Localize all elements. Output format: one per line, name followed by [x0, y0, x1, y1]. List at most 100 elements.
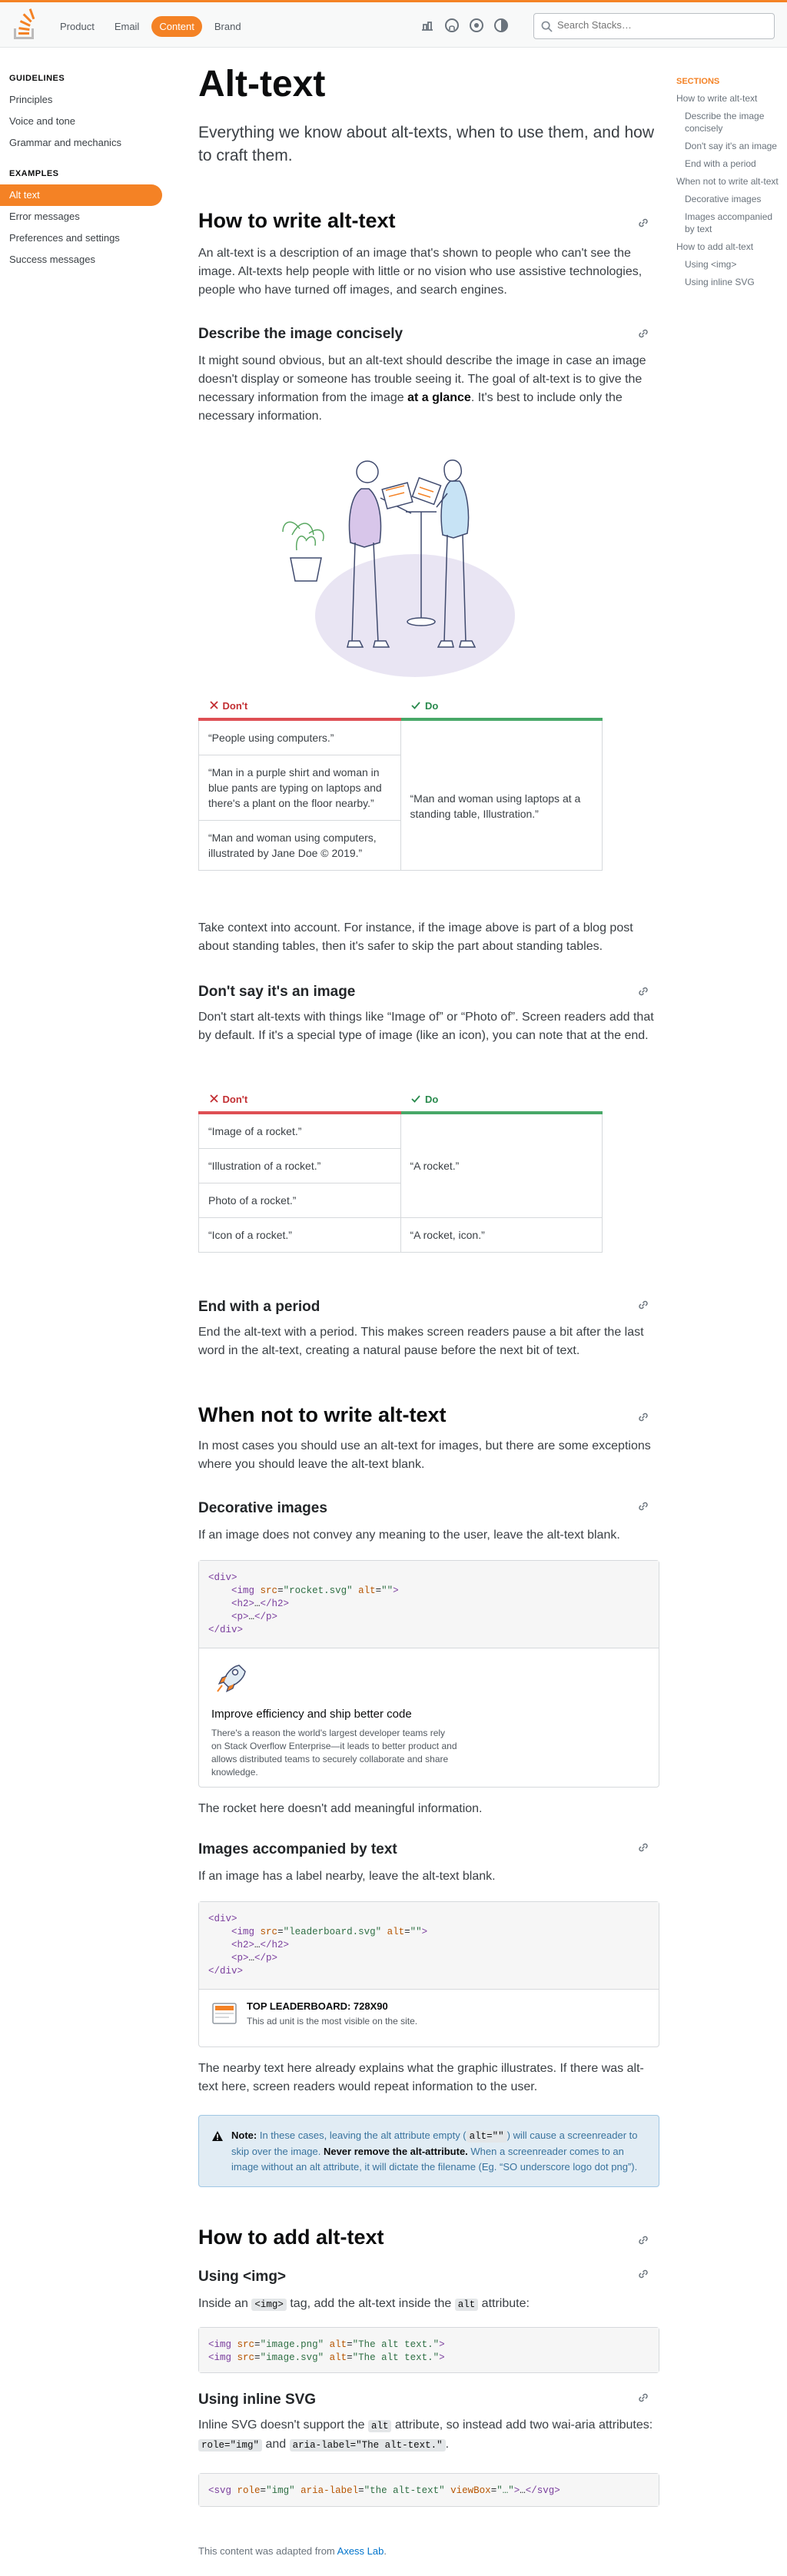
top-nav-item-brand[interactable]: Brand: [207, 16, 249, 37]
stack-overflow-logo[interactable]: [11, 8, 38, 42]
section-inline-svg-title: Using inline SVG: [198, 2392, 317, 2408]
figma-icon[interactable]: [469, 18, 484, 33]
table-row: “Icon of a rocket.” “A rocket, icon.”: [198, 1217, 603, 1253]
example-preview: Improve efficiency and ship better code …: [199, 1648, 659, 1790]
dont-cell: “Icon of a rocket.”: [198, 1217, 401, 1253]
leaderboard-ad-icon: [212, 2003, 237, 2024]
toc-link[interactable]: How to add alt-text: [676, 241, 784, 253]
sections-toc: SECTIONS How to write alt-text Describe t…: [676, 77, 784, 294]
img-code-example: <img src="image.png" alt="The alt text."…: [198, 2327, 659, 2373]
top-icons: [420, 18, 509, 33]
nearby-body: The nearby text here already explains wh…: [198, 2062, 644, 2093]
leaderboard-code-example: <div> <img src="leaderboard.svg" alt="">…: [198, 1901, 659, 2047]
left-nav-item-alt-text[interactable]: Alt text: [0, 184, 162, 206]
anchor-link-icon[interactable]: [636, 2391, 650, 2405]
close-icon: [209, 700, 218, 709]
example-body: This ad unit is the most visible on the …: [247, 2016, 418, 2027]
left-nav-item-principles[interactable]: Principles: [0, 89, 162, 111]
toc-link[interactable]: Decorative images: [676, 193, 784, 205]
table-row: “Image of a rocket.” “A rocket.”: [198, 1112, 603, 1218]
search-icon: [541, 21, 553, 32]
note-callout: Note: In these cases, leaving the alt at…: [198, 2115, 659, 2187]
top-nav-item-email[interactable]: Email: [107, 16, 148, 37]
when-not-body: In most cases you should use an alt-text…: [198, 1439, 651, 1471]
dont-cell: “Image of a rocket.”: [198, 1112, 401, 1149]
github-icon[interactable]: [444, 18, 460, 33]
anchor-link-icon[interactable]: [636, 1298, 650, 1312]
do-header: Do: [400, 1087, 603, 1114]
decorative-body: If an image does not convey any meaning …: [198, 1529, 620, 1542]
toc-link[interactable]: When not to write alt-text: [676, 175, 784, 188]
example-title: Improve efficiency and ship better code: [211, 1708, 412, 1721]
do-dont-table-concise: Don't Do “People using computers.” “Man and…: [198, 693, 603, 871]
dont-cell: “Illustration of a rocket.”: [198, 1148, 401, 1183]
concise-body: It might sound obvious, but an alt-text …: [198, 354, 646, 423]
left-nav-item-grammar-and-mechanics[interactable]: Grammar and mechanics: [0, 132, 162, 154]
toc-link[interactable]: Don't say it's an image: [676, 140, 784, 152]
inline-svg-body: Inline SVG doesn't support the alt attri…: [198, 2418, 653, 2452]
left-nav-item-voice-and-tone[interactable]: Voice and tone: [0, 111, 162, 132]
top-nav-item-product[interactable]: Product: [52, 16, 102, 37]
example-preview: TOP LEADERBOARD: 728X90 This ad unit is …: [199, 1990, 659, 2037]
anchor-link-icon[interactable]: [636, 1499, 650, 1513]
top-nav-item-content[interactable]: Content: [151, 16, 202, 37]
dont-cell: “People using computers.”: [198, 719, 401, 755]
dont-cell: Photo of a rocket.”: [198, 1183, 401, 1218]
period-body: End the alt-text with a period. This mak…: [198, 1326, 644, 1357]
sections-title: SECTIONS: [676, 77, 720, 86]
toc-link[interactable]: Using <img>: [676, 258, 784, 271]
do-dont-table-image: Don't Do “Image of a rocket.” “A rocket.” “I…: [198, 1087, 603, 1253]
anchor-link-icon[interactable]: [636, 984, 650, 998]
code-snippet: <div> <img src="rocket.svg" alt=""> <h2>…: [199, 1561, 659, 1648]
left-nav: GUIDELINES Principles Voice and tone Gramma…: [0, 74, 164, 271]
dont-cell: “Man and woman using computers, illustra…: [198, 820, 401, 871]
anchor-link-icon[interactable]: [636, 327, 650, 340]
anchor-link-icon[interactable]: [636, 2267, 650, 2281]
search-box[interactable]: [533, 13, 775, 39]
dont-header: Don't: [198, 693, 400, 721]
example-body: There's a reason the world's largest dev…: [211, 1728, 457, 1778]
how-to-write-body: An alt-text is a description of an image…: [198, 247, 643, 297]
anchor-link-icon[interactable]: [636, 1410, 650, 1424]
svg-code-example: <svg role="img" aria-label="the alt-text…: [198, 2473, 659, 2507]
section-dont-say-title: Don't say it's an image: [198, 984, 356, 1000]
theme-toggle-icon[interactable]: [493, 18, 509, 33]
left-nav-heading: GUIDELINES: [9, 74, 65, 83]
code-snippet: <img src="image.png" alt="The alt text."…: [199, 2328, 659, 2372]
example-title: TOP LEADERBOARD: 728X90: [247, 2000, 388, 2012]
page-title: Alt-text: [198, 64, 326, 105]
section-how-to-add-title: How to add alt-text: [198, 2226, 384, 2249]
table-row: “People using computers.” “Man and woman …: [198, 719, 603, 871]
left-nav-heading: EXAMPLES: [9, 169, 59, 178]
do-cell: “A rocket.”: [400, 1112, 603, 1218]
dont-say-body: Don't start alt-texts with things like “…: [198, 1011, 654, 1042]
do-cell: “A rocket, icon.”: [400, 1217, 603, 1253]
anchor-link-icon[interactable]: [636, 216, 650, 230]
context-body: Take context into account. For instance,…: [198, 921, 633, 953]
toc-link[interactable]: How to write alt-text: [676, 92, 784, 105]
anchor-link-icon[interactable]: [636, 2233, 650, 2247]
anchor-link-icon[interactable]: [636, 1841, 650, 1854]
axess-lab-link[interactable]: Axess Lab: [337, 2545, 384, 2557]
code-snippet: <div> <img src="leaderboard.svg" alt="">…: [199, 1902, 659, 1990]
toc-link[interactable]: Images accompanied by text: [676, 211, 784, 235]
left-nav-item-success-messages[interactable]: Success messages: [0, 249, 162, 271]
rocket-note: The rocket here doesn't add meaningful i…: [198, 1802, 483, 1815]
section-how-to-write-title: How to write alt-text: [198, 209, 396, 232]
dont-header: Don't: [198, 1087, 401, 1114]
rocket-icon: [217, 1665, 246, 1693]
section-period-title: End with a period: [198, 1299, 320, 1315]
code-snippet: <svg role="img" aria-label="the alt-text…: [199, 2474, 659, 2506]
decorative-code-example: <div> <img src="rocket.svg" alt=""> <h2>…: [198, 1560, 659, 1788]
toc-link[interactable]: Using inline SVG: [676, 276, 784, 288]
people-at-standing-table-illustration: [282, 460, 515, 677]
section-accompanied-title: Images accompanied by text: [198, 1841, 397, 1857]
left-nav-item-preferences-and-settings[interactable]: Preferences and settings: [0, 227, 162, 249]
toc-link[interactable]: Describe the image concisely: [676, 110, 784, 134]
toc-link[interactable]: End with a period: [676, 158, 784, 170]
bricks-icon[interactable]: [420, 18, 435, 33]
search-input[interactable]: [557, 19, 765, 31]
left-nav-item-error-messages[interactable]: Error messages: [0, 206, 162, 227]
do-header: Do: [400, 693, 603, 721]
section-decorative-title: Decorative images: [198, 1500, 327, 1516]
